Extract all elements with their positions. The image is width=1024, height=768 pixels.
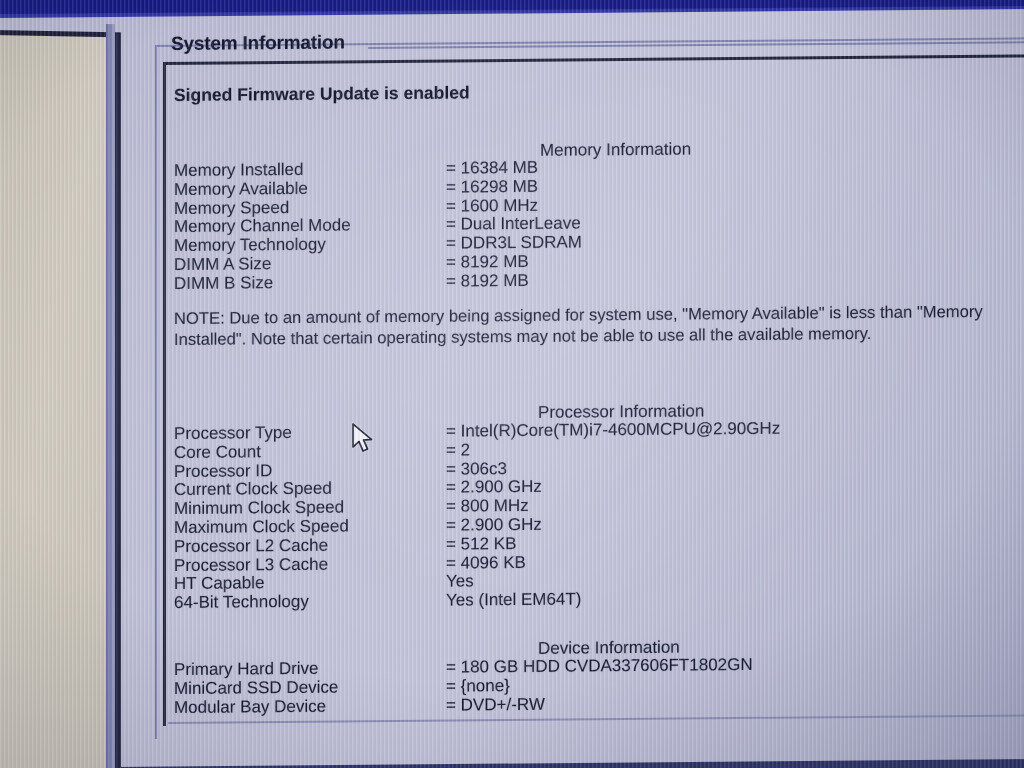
processor-label: 64-Bit Technology [174,592,309,613]
memory-value: = 16384 MB [446,157,539,178]
memory-label: Memory Available [174,178,308,199]
memory-label: Memory Technology [174,234,326,256]
memory-value: = 8192 MB [446,251,529,272]
memory-value: = 8192 MB [446,270,529,291]
memory-label: Memory Speed [174,197,290,218]
memory-label: Memory Installed [174,159,304,180]
memory-label: DIMM B Size [174,272,274,293]
off-screen-panel-edge [106,24,115,768]
system-information-content: Signed Firmware Update is enabled Memory… [174,54,1024,727]
processor-value: = 306c3 [446,458,507,479]
memory-note: NOTE: Due to an amount of memory being a… [174,301,983,349]
processor-label: Core Count [174,442,261,462]
memory-value: = DDR3L SDRAM [446,232,582,253]
processor-label: HT Capable [174,573,265,594]
page-title: System Information [171,32,345,55]
processor-value: Yes [446,571,474,592]
processor-value: = 800 MHz [446,496,529,516]
device-label: Primary Hard Drive [174,658,319,679]
device-value: = DVD+/-RW [446,694,545,715]
processor-label: Processor L2 Cache [174,535,329,556]
memory-value: = 1600 MHz [446,195,539,216]
device-label: MiniCard SSD Device [174,677,339,698]
device-label: Modular Bay Device [174,696,327,717]
memory-label: DIMM A Size [174,254,272,274]
processor-value: Yes (Intel EM64T) [446,589,582,610]
processor-value: = 4096 KB [446,552,526,573]
mouse-arrow-cursor-icon [352,423,373,452]
processor-value: = 2 [446,440,471,460]
processor-label: Processor L3 Cache [174,554,329,575]
processor-value: = 512 KB [446,533,517,554]
processor-value: = 2.900 GHz [446,514,542,535]
off-screen-wall-panel [0,30,121,768]
memory-value: = 16298 MB [446,176,539,197]
processor-label: Processor ID [174,460,273,481]
signed-firmware-update-banner: Signed Firmware Update is enabled [174,82,470,105]
processor-label: Processor Type [174,422,292,443]
processor-value: = 2.900 GHz [446,477,542,498]
bios-screen-photo: System Information Signed Firmware Updat… [0,0,1024,768]
device-value: = {none} [446,675,510,696]
